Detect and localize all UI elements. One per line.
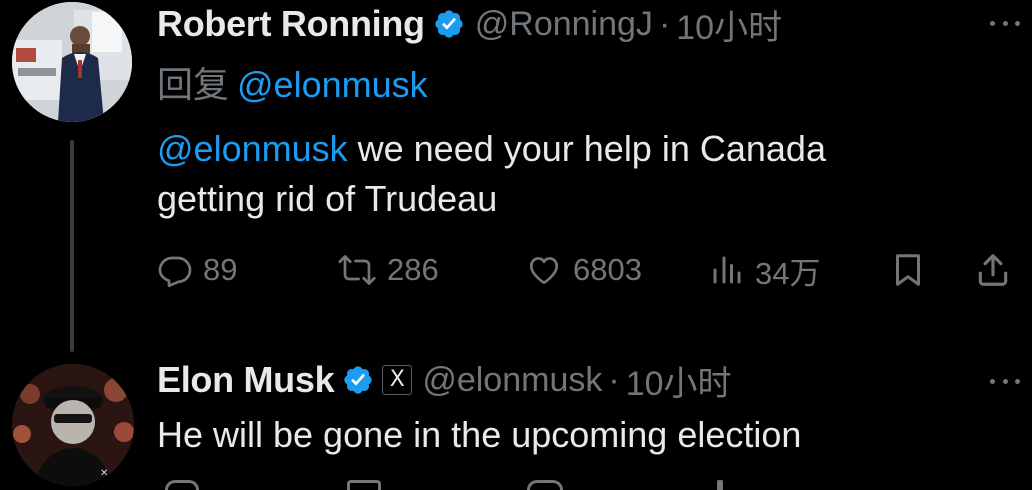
retweet-icon[interactable] (347, 480, 381, 490)
avatar[interactable] (12, 2, 132, 122)
tweet-body: @elonmusk we need your help in Canada ge… (157, 124, 826, 224)
x-badge-letter: X (389, 367, 405, 392)
action-bar-partial (157, 480, 1027, 490)
author-handle[interactable]: @RonningJ (475, 5, 653, 44)
profile-photo-icon: ✕ (12, 364, 134, 486)
tweet-timestamp[interactable]: 10小时 (676, 0, 782, 49)
thread-connector-line (70, 140, 74, 352)
separator-dot: · (608, 360, 620, 399)
separator-dot: · (658, 4, 671, 43)
svg-text:✕: ✕ (100, 468, 108, 479)
author-display-name[interactable]: Elon Musk (157, 359, 335, 401)
retweet-icon (337, 252, 377, 288)
retweet-count: 286 (387, 252, 439, 287)
verified-badge-icon[interactable] (433, 8, 465, 40)
body-text: we need your help in Canada (347, 128, 826, 169)
heart-icon[interactable] (527, 480, 563, 490)
analytics-icon (709, 252, 745, 288)
bookmark-icon (890, 251, 926, 289)
share-icon (974, 251, 1012, 289)
more-options-icon[interactable] (990, 376, 1020, 386)
retweet-button[interactable]: 286 (337, 248, 439, 292)
more-options-icon[interactable] (990, 18, 1020, 28)
x-affiliate-badge-icon[interactable]: X (382, 365, 413, 395)
like-button[interactable]: 6803 (525, 248, 642, 292)
author-handle[interactable]: @elonmusk (422, 361, 602, 400)
reply-icon[interactable] (165, 480, 199, 490)
tweet-body-line-2: getting rid of Trudeau (157, 178, 498, 219)
like-count: 6803 (573, 252, 642, 287)
tweet-body: He will be gone in the upcoming election (157, 414, 802, 455)
reply-count: 89 (203, 252, 238, 287)
analytics-icon[interactable] (717, 480, 723, 490)
tweet-thread: Robert Ronning @RonningJ · 10小时 回复 @elonm… (0, 0, 1032, 490)
verified-badge-icon[interactable] (342, 364, 374, 396)
avatar[interactable]: ✕ (12, 364, 134, 486)
replying-to-mention[interactable]: @elonmusk (237, 64, 428, 105)
tweet-reply-ronning[interactable]: Robert Ronning @RonningJ · 10小时 回复 @elonm… (0, 0, 1032, 352)
tweet-body-line-1: @elonmusk we need your help in Canada (157, 124, 826, 174)
tweet-timestamp[interactable]: 10小时 (626, 356, 732, 405)
views-count: 34万 (755, 255, 821, 291)
tweet-header: Elon Musk X @elonmusk · 10小时 (157, 356, 732, 405)
tweet-header: Robert Ronning @RonningJ · 10小时 (157, 0, 782, 49)
views-button[interactable]: 34万 (709, 248, 820, 292)
replying-to-prefix: 回复 (157, 64, 230, 105)
heart-icon (525, 252, 563, 288)
body-mention-link[interactable]: @elonmusk (157, 128, 348, 169)
action-bar: 89 286 6803 34万 (157, 248, 1027, 292)
author-display-name[interactable]: Robert Ronning (157, 3, 425, 45)
replying-to: 回复 @elonmusk (157, 56, 428, 108)
share-button[interactable] (974, 248, 1012, 292)
bookmark-button[interactable] (890, 248, 926, 292)
profile-photo-icon (12, 2, 132, 122)
reply-button[interactable]: 89 (157, 248, 237, 292)
reply-icon (157, 252, 193, 288)
